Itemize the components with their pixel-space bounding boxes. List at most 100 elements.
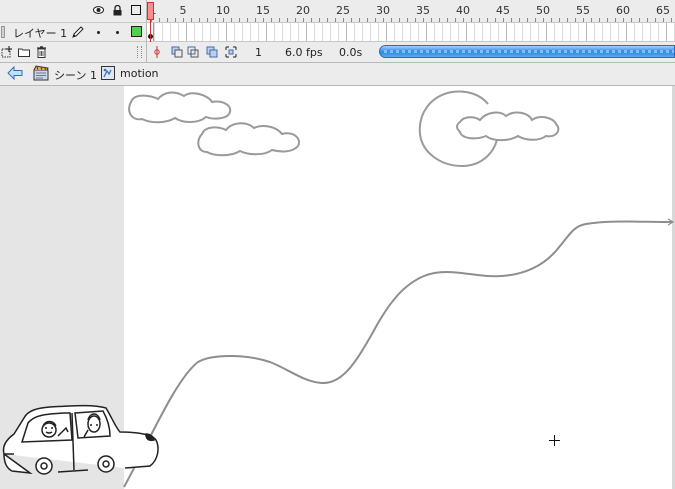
frame-cell[interactable]: [570, 23, 571, 41]
frame-cell[interactable]: [426, 23, 427, 41]
frame-cell[interactable]: [498, 23, 499, 41]
frame-strip[interactable]: [147, 23, 675, 42]
symbol-breadcrumb[interactable]: motion: [120, 67, 159, 80]
frame-cell[interactable]: [658, 23, 659, 41]
frame-cell[interactable]: [306, 23, 307, 41]
frame-cell[interactable]: [354, 23, 355, 41]
frame-cell[interactable]: [642, 23, 643, 41]
frame-cell[interactable]: [170, 23, 171, 41]
frame-cell[interactable]: [402, 23, 403, 41]
layer-name[interactable]: レイヤー 1: [13, 25, 67, 41]
frame-ruler[interactable]: 15101520253035404550556065: [147, 0, 675, 23]
frame-cell[interactable]: [410, 23, 411, 41]
onion-skin-outlines-icon[interactable]: [187, 46, 199, 58]
scene-icon[interactable]: [33, 65, 49, 81]
frame-cell[interactable]: [218, 23, 219, 41]
frame-cell[interactable]: [154, 23, 155, 41]
resize-grip[interactable]: [137, 46, 142, 58]
frame-cell[interactable]: [210, 23, 211, 41]
frame-cell[interactable]: [618, 23, 619, 41]
frame-cell[interactable]: [474, 23, 475, 41]
frame-cell[interactable]: [194, 23, 195, 41]
symbol-icon[interactable]: [101, 66, 115, 80]
onion-skin-icon[interactable]: [171, 46, 183, 58]
edit-bar: シーン 1 motion: [0, 62, 675, 86]
frame-cell[interactable]: [346, 23, 347, 41]
scene-breadcrumb[interactable]: シーン 1: [54, 67, 97, 83]
stage[interactable]: [124, 86, 672, 489]
visibility-dot[interactable]: [97, 31, 100, 34]
frame-cell[interactable]: [522, 23, 523, 41]
frame-cell[interactable]: [482, 23, 483, 41]
frame-cell[interactable]: [378, 23, 379, 41]
frame-cell[interactable]: [234, 23, 235, 41]
frame-cell[interactable]: [322, 23, 323, 41]
layer-row[interactable]: レイヤー 1: [0, 23, 146, 42]
lock-dot[interactable]: [116, 31, 119, 34]
eye-icon[interactable]: [93, 6, 104, 14]
frame-cell[interactable]: [466, 23, 467, 41]
back-arrow-icon[interactable]: [7, 66, 23, 80]
frame-cell[interactable]: [370, 23, 371, 41]
frame-cell[interactable]: [554, 23, 555, 41]
frame-cell[interactable]: [362, 23, 363, 41]
frame-cell[interactable]: [330, 23, 331, 41]
frame-cell[interactable]: [226, 23, 227, 41]
frame-cell[interactable]: [610, 23, 611, 41]
frame-cell[interactable]: [546, 23, 547, 41]
frame-cell[interactable]: [490, 23, 491, 41]
frame-cell[interactable]: [530, 23, 531, 41]
modify-markers-icon[interactable]: [225, 46, 237, 58]
frame-cell[interactable]: [274, 23, 275, 41]
frame-cell[interactable]: [178, 23, 179, 41]
ruler-label: 45: [496, 4, 510, 17]
add-layer-icon[interactable]: [1, 46, 13, 58]
frame-cell[interactable]: [442, 23, 443, 41]
lock-icon[interactable]: [113, 5, 122, 16]
trash-icon[interactable]: [37, 46, 46, 58]
frame-cell[interactable]: [186, 23, 187, 41]
ruler-label: 10: [216, 4, 230, 17]
frame-cell[interactable]: [314, 23, 315, 41]
frame-cell[interactable]: [666, 23, 667, 41]
add-folder-icon[interactable]: [18, 47, 30, 57]
edit-multiple-frames-icon[interactable]: [206, 46, 218, 58]
frame-cell[interactable]: [202, 23, 203, 41]
frame-cell[interactable]: [626, 23, 627, 41]
frame-cell[interactable]: [458, 23, 459, 41]
frame-rate[interactable]: 6.0 fps: [285, 46, 323, 59]
timeline-scrollbar[interactable]: [379, 45, 675, 58]
frame-cell[interactable]: [242, 23, 243, 41]
frame-cell[interactable]: [290, 23, 291, 41]
frame-cell[interactable]: [506, 23, 507, 41]
frame-cell[interactable]: [650, 23, 651, 41]
center-frame-icon[interactable]: [153, 46, 161, 58]
frame-cell[interactable]: [514, 23, 515, 41]
frame-cell[interactable]: [634, 23, 635, 41]
frame-cell[interactable]: [282, 23, 283, 41]
frame-cell[interactable]: [602, 23, 603, 41]
frame-cell[interactable]: [586, 23, 587, 41]
frame-cell[interactable]: [394, 23, 395, 41]
frame-cell[interactable]: [250, 23, 251, 41]
frame-cell[interactable]: [162, 23, 163, 41]
frame-cell[interactable]: [578, 23, 579, 41]
frame-cell[interactable]: [266, 23, 267, 41]
frame-cell[interactable]: [594, 23, 595, 41]
frame-cell[interactable]: [338, 23, 339, 41]
frame-cell[interactable]: [386, 23, 387, 41]
ruler-tick: [375, 18, 376, 22]
frame-cell[interactable]: [258, 23, 259, 41]
frame-cell[interactable]: [562, 23, 563, 41]
frame-cell[interactable]: [298, 23, 299, 41]
outline-icon[interactable]: [131, 5, 141, 15]
frame-cell[interactable]: [538, 23, 539, 41]
frame-cell[interactable]: [418, 23, 419, 41]
outline-color-box[interactable]: [131, 26, 142, 37]
playhead[interactable]: [147, 2, 154, 20]
frame-cell[interactable]: [450, 23, 451, 41]
scrollbar-thumb[interactable]: [384, 50, 674, 53]
ruler-tick: [367, 18, 368, 22]
ruler-tick: [199, 18, 200, 22]
frame-cell[interactable]: [434, 23, 435, 41]
